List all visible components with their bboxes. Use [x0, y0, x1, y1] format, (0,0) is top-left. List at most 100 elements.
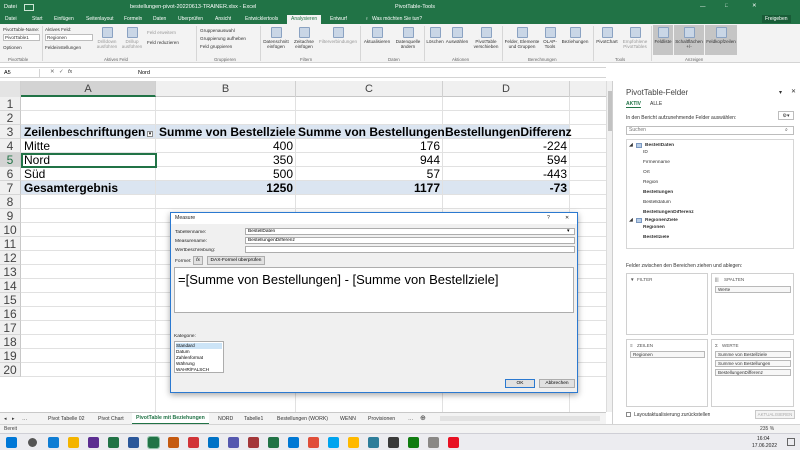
tab-entwicklertools[interactable]: Entwicklertools [245, 16, 278, 22]
filter-dropdown-icon[interactable]: ▾ [147, 131, 153, 137]
fields-items-button[interactable]: Felder, Elemente und Gruppen [504, 27, 540, 49]
pivot-row-labels-header[interactable]: Zeilenbeschriftungen [24, 125, 145, 139]
expand-field-button[interactable]: Feld erweitern [147, 30, 176, 35]
pivot-value[interactable]: -443 [443, 167, 567, 181]
table-dropdown-icon[interactable]: ▾ [567, 228, 570, 234]
pane-close-icon[interactable]: ✕ [791, 88, 796, 95]
sheet-tab[interactable]: Pivot Tabelle 02 [48, 414, 85, 424]
tab-ansicht[interactable]: Ansicht [215, 16, 231, 22]
defer-update-checkbox[interactable] [626, 412, 631, 417]
tab-ueberpruefen[interactable]: Überprüfen [178, 16, 203, 22]
powerpoint-icon[interactable] [188, 437, 199, 448]
sheet-nav-prev-icon[interactable]: ◂ [4, 414, 7, 424]
tell-me-box[interactable]: Was möchten Sie tun? [372, 16, 422, 22]
tab-seitenlayout[interactable]: Seitenlayout [86, 16, 114, 22]
onenote-icon[interactable] [88, 437, 99, 448]
minimize-icon[interactable]: — [700, 4, 706, 10]
slicer-button[interactable]: Datenschnitt einfügen [263, 27, 289, 49]
field-item[interactable]: Ort [643, 170, 650, 176]
collapse-field-button[interactable]: Feld reduzieren [147, 40, 179, 45]
terminal-icon[interactable] [388, 437, 399, 448]
sheet-tabs-more-icon[interactable]: … [408, 414, 413, 424]
description-input[interactable] [245, 246, 575, 253]
row-header[interactable]: 1 [0, 97, 21, 111]
olap-tools-button[interactable]: OLAP-Tools [541, 27, 559, 49]
row-header[interactable]: 4 [0, 139, 21, 153]
update-button[interactable]: AKTUALISIEREN [755, 410, 795, 419]
formula-input[interactable]: Nord [138, 69, 150, 77]
media-icon[interactable] [448, 437, 459, 448]
field-headers-button[interactable]: Feldkopfzeilen [705, 25, 737, 55]
values-item[interactable]: Summe von Bestellziele [715, 351, 791, 358]
drillup-button[interactable]: Drillup ausführen [121, 27, 143, 49]
edge-icon[interactable] [48, 437, 59, 448]
horizontal-scrollbar[interactable] [440, 416, 600, 421]
field-item[interactable]: Firmenname [643, 160, 670, 166]
category-list[interactable]: Standard Datum Zahlenformat Währung WAHR/FAL… [174, 341, 224, 373]
sheet-nav-next-icon[interactable]: ▸ [12, 414, 15, 424]
rows-item[interactable]: Regionen [630, 351, 705, 358]
field-list-button[interactable]: Feldliste [653, 25, 673, 55]
values-item[interactable]: BestellungenDifferenz [715, 369, 791, 376]
store-icon[interactable] [328, 437, 339, 448]
pivot-value[interactable]: 350 [156, 153, 293, 167]
tab-formeln[interactable]: Formeln [124, 16, 142, 22]
ok-button[interactable]: OK [505, 379, 535, 388]
notification-icon[interactable] [787, 438, 795, 446]
zoom-level[interactable]: 235 % [760, 426, 774, 432]
search-taskbar-icon[interactable] [28, 438, 37, 447]
sheet-tab[interactable]: Pivot Chart [98, 414, 124, 424]
chrome-icon[interactable] [68, 437, 79, 448]
column-header-a[interactable]: A [21, 81, 156, 97]
tab-start[interactable]: Start [32, 16, 43, 22]
group-field-button[interactable]: Feld gruppieren [200, 44, 232, 49]
row-header[interactable]: 13 [0, 265, 21, 279]
row-header[interactable]: 18 [0, 335, 21, 349]
columns-area[interactable]: ||| SPALTEN Werte [711, 273, 794, 335]
cancel-button[interactable]: Abbrechen [539, 379, 575, 388]
ungroup-button[interactable]: Gruppierung aufheben [200, 36, 246, 41]
row-header[interactable]: 9 [0, 209, 21, 223]
sheet-tab[interactable]: NORD [218, 414, 233, 424]
row-header[interactable]: 14 [0, 279, 21, 293]
field-item[interactable]: ✓Bestellziele [643, 235, 669, 241]
table-expander-icon[interactable]: ◢ [629, 218, 633, 223]
columns-item[interactable]: Werte [715, 286, 791, 293]
field-item[interactable]: Region [643, 180, 658, 186]
options-button[interactable]: Optionen [3, 45, 22, 50]
values-item[interactable]: Summe von Bestellungen [715, 360, 791, 367]
pivot-value[interactable]: 176 [296, 139, 440, 153]
check-dax-button[interactable]: DAX-Formel überprüfen [207, 256, 265, 265]
move-pivottable-button[interactable]: PivotTable verschieben [471, 27, 501, 49]
select-all-corner[interactable] [0, 81, 21, 97]
table-name[interactable]: RegionenZiele [645, 218, 678, 223]
relationships-button[interactable]: Beziehungen [560, 27, 590, 44]
row-header[interactable]: 5 [0, 153, 21, 167]
pivot-value[interactable]: -224 [443, 139, 567, 153]
pivot-value[interactable]: 594 [443, 153, 567, 167]
column-header-b[interactable]: B [156, 81, 296, 97]
table-name-select[interactable]: BestellDaten [245, 228, 575, 235]
table-name[interactable]: BestellDaten [645, 143, 674, 148]
clock-date[interactable]: 17.06.2022 [752, 443, 777, 449]
pivot-col-header-c[interactable]: Summe von Bestellungen [298, 125, 445, 139]
values-area[interactable]: Σ WERTE Summe von Bestellziele Summe von… [711, 339, 794, 407]
app-icon[interactable] [368, 437, 379, 448]
outlook-icon[interactable] [208, 437, 219, 448]
pivot-value[interactable]: 944 [296, 153, 440, 167]
row-header[interactable]: 7 [0, 181, 21, 195]
excel-active-icon[interactable] [147, 436, 160, 449]
rows-area[interactable]: ≡ ZEILEN Regionen [626, 339, 708, 407]
field-item[interactable]: Bestelldatum [643, 200, 671, 206]
tab-entwurf[interactable]: Entwurf [330, 16, 347, 22]
tab-einfuegen[interactable]: Einfügen [54, 16, 74, 22]
select-button[interactable]: Auswählen [445, 27, 469, 44]
tools-gear-icon[interactable]: ⚙▾ [778, 111, 794, 120]
pivot-row-label[interactable]: Süd [24, 167, 45, 181]
row-header[interactable]: 11 [0, 237, 21, 251]
pane-tab-all[interactable]: ALLE [650, 101, 662, 107]
folder-icon[interactable] [348, 437, 359, 448]
sheet-tab[interactable]: Bestellungen (WORK) [277, 414, 328, 424]
dialog-close-button[interactable]: ✕ [565, 215, 569, 221]
clear-button[interactable]: Löschen [426, 27, 444, 44]
